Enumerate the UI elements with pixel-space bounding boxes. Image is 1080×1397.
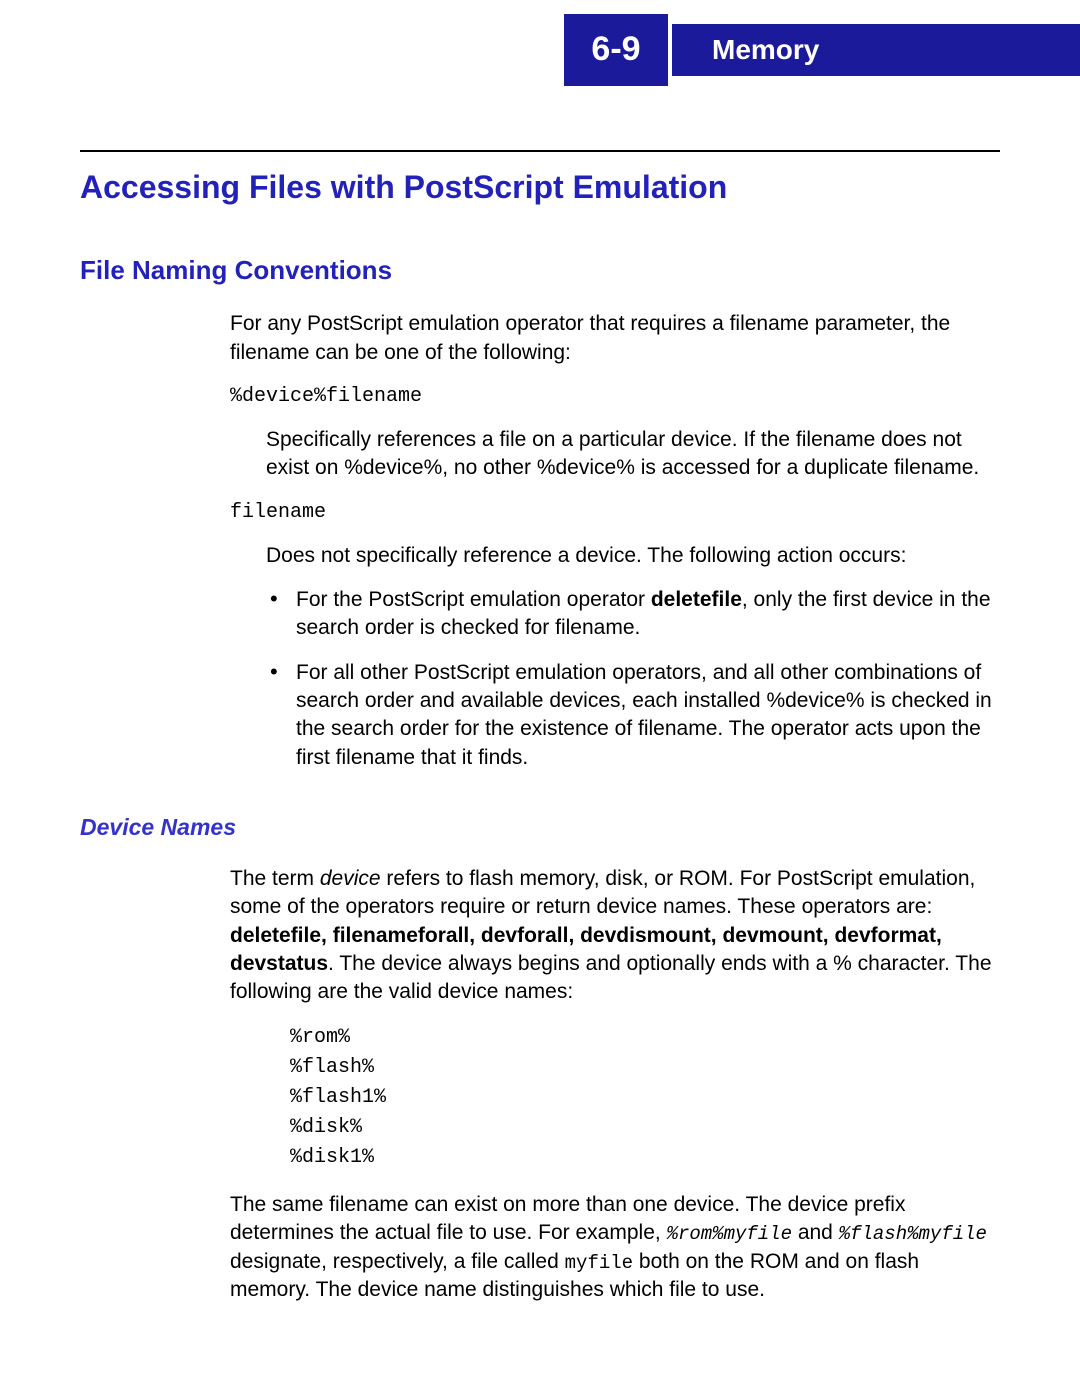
- page-number: 6-9: [591, 27, 640, 73]
- option1-code: %device%filename: [230, 383, 1000, 410]
- device-flash1: %flash1%: [290, 1086, 386, 1109]
- p2-code1: %rom%myfile: [667, 1223, 792, 1245]
- file-naming-intro: For any PostScript emulation operator th…: [230, 310, 1000, 367]
- option1-desc: Specifically references a file on a part…: [266, 426, 1000, 483]
- bullet1-bold: deletefile: [651, 588, 742, 611]
- bullet-deletefile: For the PostScript emulation operator de…: [270, 586, 1000, 643]
- chapter-bar: Memory: [672, 24, 1080, 76]
- device-name-list: %rom% %flash% %flash1% %disk% %disk1%: [290, 1023, 1000, 1173]
- page-number-badge: 6-9: [560, 10, 672, 90]
- device-flash: %flash%: [290, 1056, 374, 1079]
- option2-code: filename: [230, 499, 1000, 526]
- section-title: Accessing Files with PostScript Emulatio…: [80, 166, 1000, 209]
- content-area: Accessing Files with PostScript Emulatio…: [80, 150, 1000, 1321]
- p2-c: designate, respectively, a file called: [230, 1250, 565, 1273]
- p1-a: The term: [230, 867, 320, 890]
- p1-italic: device: [320, 867, 381, 890]
- file-naming-heading: File Naming Conventions: [80, 253, 1000, 288]
- file-naming-body: For any PostScript emulation operator th…: [230, 310, 1000, 772]
- device-disk: %disk%: [290, 1116, 362, 1139]
- p2-code3: myfile: [565, 1252, 633, 1274]
- section-rule: [80, 150, 1000, 152]
- device-names-heading: Device Names: [80, 812, 1000, 843]
- p2-b: and: [792, 1221, 839, 1244]
- device-rom: %rom%: [290, 1026, 350, 1049]
- p1-c: . The device always begins and optionall…: [230, 952, 992, 1003]
- page: Memory 6-9 Accessing Files with PostScri…: [0, 0, 1080, 1397]
- bullet1-pre: For the PostScript emulation operator: [296, 588, 651, 611]
- device-names-p1: The term device refers to flash memory, …: [230, 865, 1000, 1007]
- option2-bullets: For the PostScript emulation operator de…: [230, 586, 1000, 772]
- page-header: Memory 6-9: [0, 10, 1080, 90]
- option2-desc: Does not specifically reference a device…: [266, 542, 1000, 570]
- device-names-body: The term device refers to flash memory, …: [230, 865, 1000, 1305]
- chapter-title: Memory: [712, 31, 819, 69]
- bullet-other-ops: For all other PostScript emulation opera…: [270, 659, 1000, 772]
- device-names-p2: The same filename can exist on more than…: [230, 1191, 1000, 1305]
- p2-code2: %flash%myfile: [839, 1223, 987, 1245]
- device-disk1: %disk1%: [290, 1146, 374, 1169]
